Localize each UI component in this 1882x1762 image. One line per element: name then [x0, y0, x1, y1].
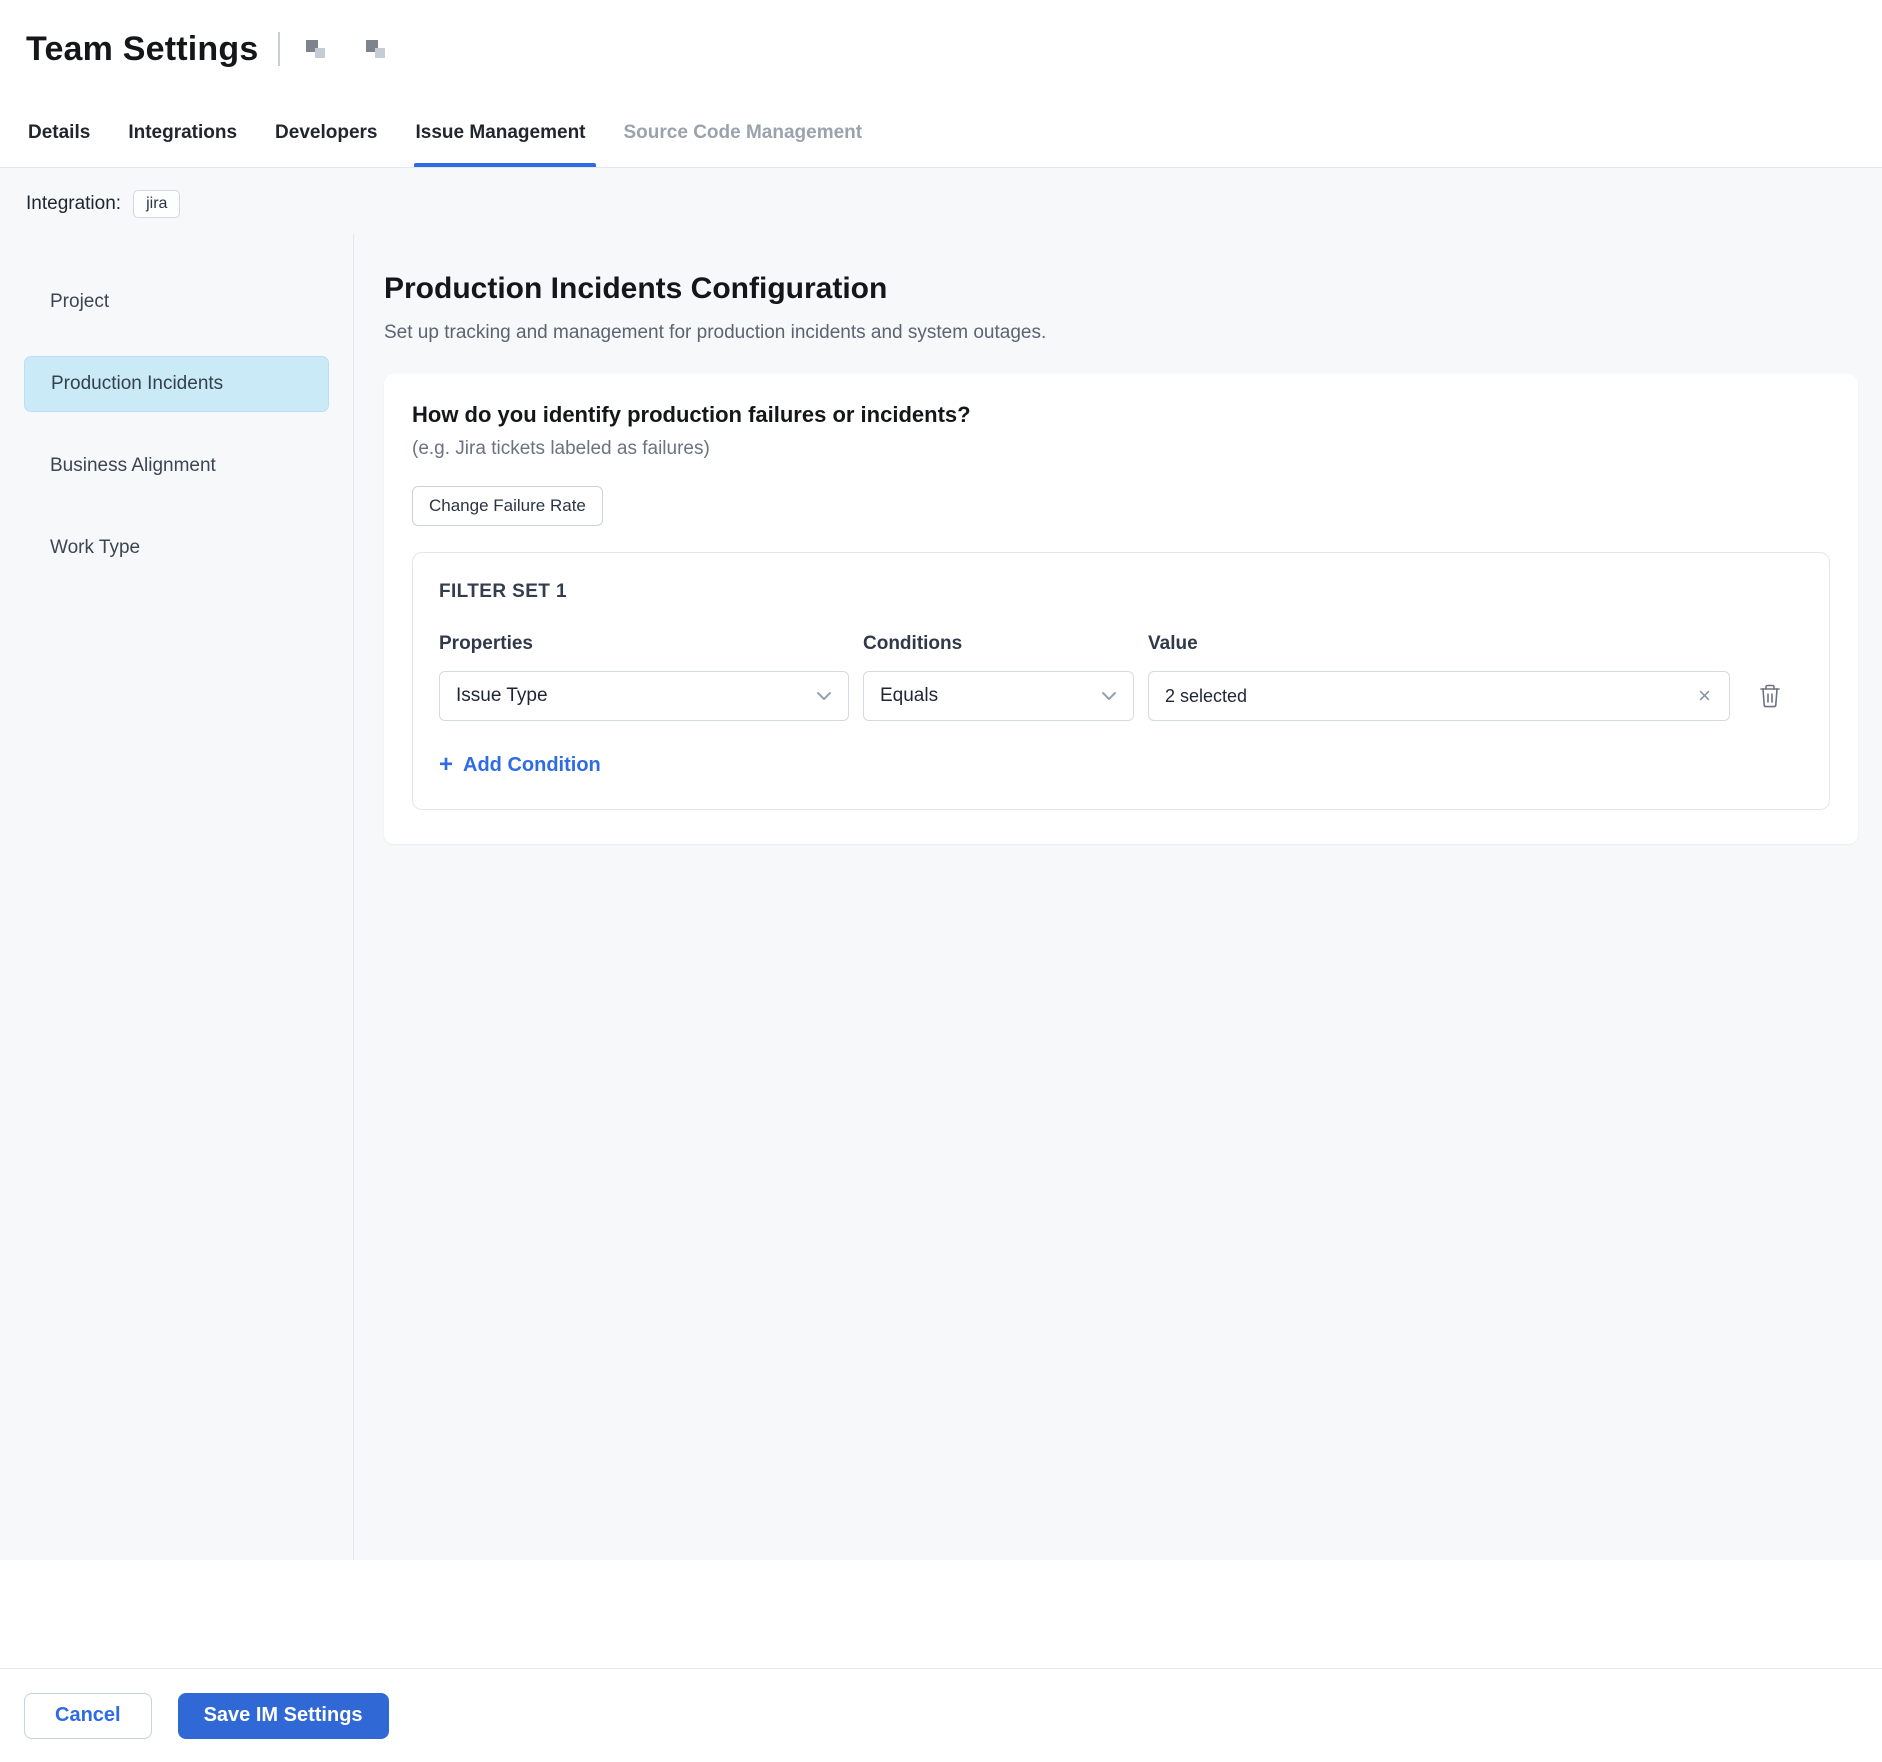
cancel-button[interactable]: Cancel	[24, 1693, 152, 1739]
save-im-settings-button[interactable]: Save IM Settings	[178, 1693, 389, 1739]
tab-developers[interactable]: Developers	[275, 98, 377, 167]
broken-image-icon	[366, 38, 388, 60]
condition-select[interactable]: Equals	[863, 671, 1134, 721]
config-question: How do you identify production failures …	[412, 402, 1830, 428]
footer-action-bar: Cancel Save IM Settings	[0, 1668, 1882, 1762]
value-multiselect-value: 2 selected	[1165, 686, 1247, 707]
condition-select-value: Equals	[880, 685, 938, 707]
column-label-value: Value	[1148, 633, 1730, 655]
settings-sidebar: Project Production Incidents Business Al…	[0, 234, 354, 1560]
value-multiselect[interactable]: 2 selected ×	[1148, 671, 1730, 721]
config-hint: (e.g. Jira tickets labeled as failures)	[412, 438, 1830, 460]
property-select-value: Issue Type	[456, 685, 548, 707]
incidents-config-card: How do you identify production failures …	[384, 374, 1858, 844]
page-title: Team Settings	[26, 30, 258, 69]
trash-icon	[1758, 683, 1782, 709]
tab-source-code-management[interactable]: Source Code Management	[624, 98, 863, 167]
column-label-conditions: Conditions	[863, 633, 1134, 655]
add-condition-button[interactable]: + Add Condition	[439, 753, 601, 777]
sidebar-item-project[interactable]: Project	[24, 274, 329, 330]
sidebar-item-production-incidents[interactable]: Production Incidents	[24, 356, 329, 412]
content-area: Integration: jira Project Production Inc…	[0, 168, 1882, 1560]
sidebar-item-work-type[interactable]: Work Type	[24, 520, 329, 576]
tab-bar: Details Integrations Developers Issue Ma…	[0, 98, 1882, 168]
property-select[interactable]: Issue Type	[439, 671, 849, 721]
sidebar-item-business-alignment[interactable]: Business Alignment	[24, 438, 329, 494]
tab-details[interactable]: Details	[28, 98, 90, 167]
bottom-spacer	[0, 1560, 1882, 1668]
tab-integrations[interactable]: Integrations	[128, 98, 237, 167]
integration-label: Integration:	[26, 193, 121, 215]
plus-icon: +	[439, 753, 453, 777]
main-panel: Production Incidents Configuration Set u…	[354, 234, 1882, 1560]
delete-filter-row-button[interactable]	[1758, 683, 1803, 709]
title-divider	[278, 32, 280, 66]
add-condition-label: Add Condition	[463, 754, 601, 777]
filter-set-card: FILTER SET 1 Properties Conditions Value…	[412, 552, 1830, 810]
chevron-down-icon	[1101, 691, 1117, 701]
section-subtitle: Set up tracking and management for produ…	[384, 322, 1858, 344]
tab-issue-management[interactable]: Issue Management	[416, 98, 586, 167]
chevron-down-icon	[816, 691, 832, 701]
clear-selection-icon[interactable]: ×	[1696, 685, 1713, 707]
broken-image-icon	[306, 38, 328, 60]
filter-set-title: FILTER SET 1	[439, 581, 1803, 603]
page-header: Team Settings	[0, 0, 1882, 98]
section-title: Production Incidents Configuration	[384, 272, 1858, 306]
change-failure-rate-button[interactable]: Change Failure Rate	[412, 486, 603, 526]
column-label-properties: Properties	[439, 633, 849, 655]
integration-row: Integration: jira	[0, 168, 1882, 234]
integration-value-chip: jira	[133, 190, 180, 218]
